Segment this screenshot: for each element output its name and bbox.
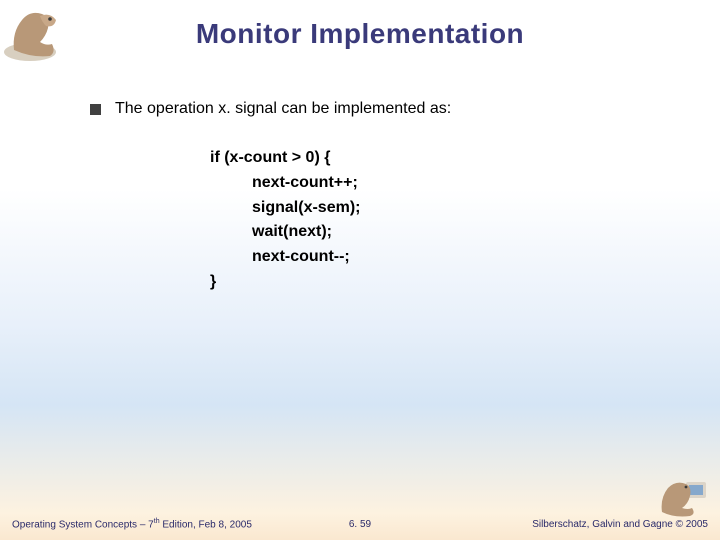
bullet-op: x. signal [218, 100, 277, 117]
bullet-marker [90, 104, 101, 115]
bullet-suffix: can be implemented as: [277, 100, 451, 117]
footer-left-suffix: Edition, Feb 8, 2005 [160, 519, 252, 530]
dinosaur-logo-top [2, 2, 80, 64]
code-line: next-count--; [210, 245, 660, 270]
footer-left: Operating System Concepts – 7th Edition,… [12, 518, 329, 530]
slide-content: The operation x. signal can be implement… [0, 50, 720, 295]
footer-left-prefix: Operating System Concepts – 7 [12, 519, 154, 530]
code-line: if (x-count > 0) { [210, 146, 660, 171]
code-line: signal(x-sem); [210, 196, 660, 221]
footer-center: 6. 59 [329, 519, 391, 530]
dinosaur-logo-bottom [656, 474, 714, 518]
footer-right: Silberschatz, Galvin and Gagne © 2005 [391, 519, 708, 530]
code-block: if (x-count > 0) { next-count++; signal(… [210, 146, 660, 295]
code-line: next-count++; [210, 171, 660, 196]
bullet-text: The operation x. signal can be implement… [115, 100, 451, 118]
slide-footer: Operating System Concepts – 7th Edition,… [0, 518, 720, 530]
code-line: } [210, 270, 660, 295]
code-line: wait(next); [210, 220, 660, 245]
slide-title: Monitor Implementation [0, 0, 720, 50]
bullet-item: The operation x. signal can be implement… [90, 100, 660, 118]
bullet-prefix: The operation [115, 100, 218, 117]
